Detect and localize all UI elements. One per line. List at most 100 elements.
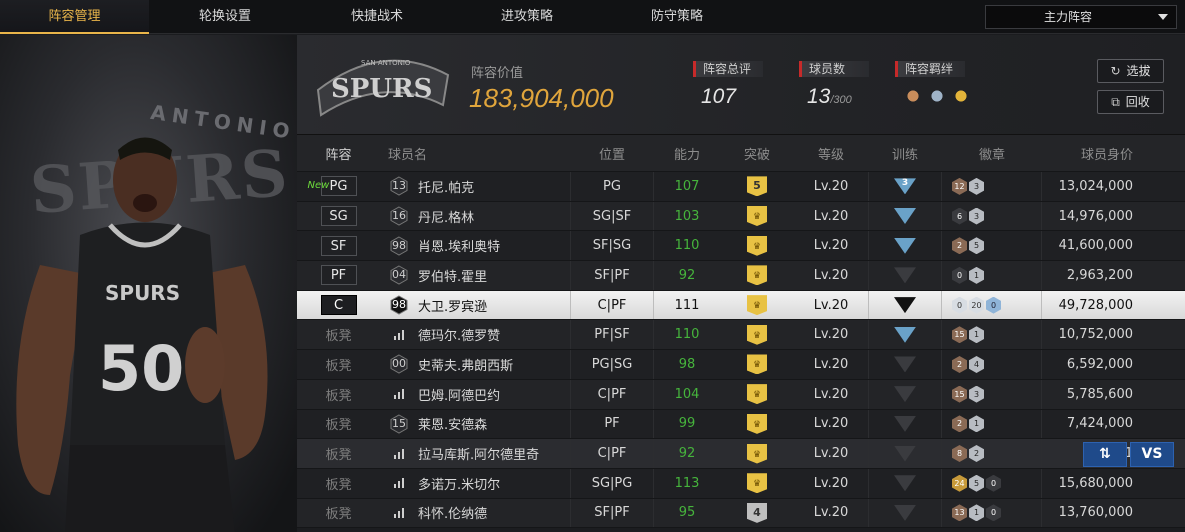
badge-icon[interactable]: 15 [952, 326, 967, 344]
role-cell[interactable]: 板凳 [297, 469, 380, 498]
breakthrough-badge[interactable]: 5 [747, 176, 767, 197]
col-role[interactable]: 阵容 [297, 135, 380, 171]
breakthrough-crown-icon[interactable]: ♛ [747, 443, 767, 464]
training-icon[interactable] [894, 356, 916, 373]
training-icon[interactable] [894, 415, 916, 432]
badge-icon[interactable]: 0 [986, 504, 1001, 522]
bond-silver-icon[interactable] [927, 87, 947, 105]
breakthrough-crown-icon[interactable]: ♛ [747, 295, 767, 316]
badge-icon[interactable]: 12 [952, 177, 967, 195]
table-row[interactable]: C 98 大卫.罗宾逊 C|PF 111 ♛ Lv.20 0 20 0 49,728,… [297, 290, 1185, 321]
badge-icon[interactable]: 2 [952, 415, 967, 433]
table-row[interactable]: New PG 13 托尼.帕克 PG 107 5 Lv.20 3 12 3 13,02… [297, 172, 1185, 202]
col-name[interactable]: 球员名 [380, 135, 570, 171]
training-icon[interactable] [894, 475, 916, 492]
training-icon[interactable] [894, 445, 916, 462]
table-row[interactable]: SF 98 肖恩.埃利奥特 SF|SG 110 ♛ Lv.20 25 41,600… [297, 231, 1185, 262]
col-value[interactable]: 球员身价 [1042, 135, 1185, 171]
table-row[interactable]: 板凳 多诺万.米切尔 SG|PG 113 ♛ Lv.20 24 5 0 15,680… [297, 468, 1185, 499]
tab-defense-strategy[interactable]: 防守策略 [612, 0, 742, 34]
tab-quick-tactics[interactable]: 快捷战术 [312, 0, 442, 34]
name-cell[interactable]: 04 罗伯特.霍里 [380, 261, 570, 290]
badge-icon[interactable]: 4 [969, 355, 984, 373]
badge-icon[interactable]: 2 [952, 237, 967, 255]
badge-icon[interactable]: 3 [969, 207, 984, 225]
badge-icon[interactable]: 1 [969, 266, 984, 284]
name-cell[interactable]: 多诺万.米切尔 [380, 469, 570, 498]
role-cell[interactable]: SF [297, 231, 380, 260]
lineup-select[interactable]: 主力阵容 [985, 5, 1177, 29]
role-cell[interactable]: 板凳 [297, 320, 380, 349]
tab-offense-strategy[interactable]: 进攻策略 [462, 0, 592, 34]
badge-icon[interactable]: 8 [952, 445, 967, 463]
name-cell[interactable]: 00 史蒂夫.弗朗西斯 [380, 350, 570, 379]
breakthrough-crown-icon[interactable]: ♛ [747, 206, 767, 227]
role-cell[interactable]: 板凳 [297, 410, 380, 439]
breakthrough-crown-icon[interactable]: ♛ [747, 413, 767, 434]
badge-icon[interactable]: 3 [969, 385, 984, 403]
name-cell[interactable]: 德玛尔.德罗赞 [380, 320, 570, 349]
swap-button[interactable]: ⇅ [1083, 442, 1127, 467]
col-level[interactable]: 等级 [794, 135, 868, 171]
role-cell[interactable]: 板凳 [297, 380, 380, 409]
training-icon[interactable] [894, 267, 916, 284]
table-row[interactable]: SG 16 丹尼.格林 SG|SF 103 ♛ Lv.20 63 14,976,0… [297, 201, 1185, 232]
role-cell[interactable]: 板凳 [297, 499, 380, 528]
training-icon[interactable] [894, 208, 916, 225]
name-cell[interactable]: 巴姆.阿德巴约 [380, 380, 570, 409]
name-cell[interactable]: 科怀.伦纳德 [380, 499, 570, 528]
name-cell[interactable]: 98 肖恩.埃利奥特 [380, 231, 570, 260]
training-icon[interactable] [894, 386, 916, 403]
name-cell[interactable]: 拉马库斯.阿尔德里奇 [380, 439, 570, 468]
table-row[interactable]: 板凳 15 莱恩.安德森 PF 99 ♛ Lv.20 21 7,424,000 [297, 409, 1185, 440]
col-training[interactable]: 训练 [868, 135, 942, 171]
breakthrough-crown-icon[interactable]: ♛ [747, 473, 767, 494]
breakthrough-crown-icon[interactable]: ♛ [747, 324, 767, 345]
badge-icon[interactable]: 0 [952, 266, 967, 284]
table-row[interactable]: 板凳 拉马库斯.阿尔德里奇 C|PF 92 ♛ Lv.20 82 1 [297, 439, 1185, 469]
table-row[interactable]: 板凳 科怀.伦纳德 SF|PF 95 4 Lv.20 13 1 0 13,760,0… [297, 498, 1185, 529]
breakthrough-crown-icon[interactable]: ♛ [747, 384, 767, 405]
col-ability[interactable]: 能力 [654, 135, 720, 171]
table-row[interactable]: 板凳 00 史蒂夫.弗朗西斯 PG|SG 98 ♛ Lv.20 24 6,592,… [297, 350, 1185, 380]
role-cell[interactable]: 板凳 [297, 350, 380, 379]
badge-icon[interactable]: 13 [952, 504, 967, 522]
badge-icon[interactable]: 1 [969, 504, 984, 522]
draft-button[interactable]: ↻ 选拔 [1097, 59, 1164, 83]
bond-bronze-icon[interactable] [903, 87, 923, 105]
training-icon[interactable] [894, 326, 916, 343]
badge-icon[interactable]: 5 [969, 237, 984, 255]
breakthrough-crown-icon[interactable]: ♛ [747, 354, 767, 375]
badge-icon[interactable]: 0 [986, 474, 1001, 492]
col-badges[interactable]: 徽章 [942, 135, 1042, 171]
bond-gold-icon[interactable] [951, 87, 971, 105]
badge-icon[interactable]: 0 [986, 296, 1001, 314]
badge-icon[interactable]: 2 [952, 355, 967, 373]
badge-icon[interactable]: 24 [952, 474, 967, 492]
table-row[interactable]: 板凳 巴姆.阿德巴约 C|PF 104 ♛ Lv.20 15 3 5,785,60… [297, 379, 1185, 410]
badge-icon[interactable]: 2 [969, 445, 984, 463]
role-cell[interactable]: C [297, 291, 380, 320]
name-cell[interactable]: 15 莱恩.安德森 [380, 410, 570, 439]
vs-button[interactable]: VS [1130, 442, 1174, 467]
role-cell[interactable]: New PG [297, 172, 380, 201]
col-breakthrough[interactable]: 突破 [720, 135, 794, 171]
name-cell[interactable]: 98 大卫.罗宾逊 [380, 291, 570, 320]
badge-icon[interactable]: 1 [969, 415, 984, 433]
badge-icon[interactable]: 6 [952, 207, 967, 225]
table-row[interactable]: 板凳 德玛尔.德罗赞 PF|SF 110 ♛ Lv.20 15 1 10,752,… [297, 320, 1185, 351]
bonds-icons[interactable] [903, 87, 971, 105]
role-cell[interactable]: PF [297, 261, 380, 290]
role-cell[interactable]: SG [297, 202, 380, 231]
badge-icon[interactable]: 5 [969, 474, 984, 492]
name-cell[interactable]: 13 托尼.帕克 [380, 172, 570, 201]
training-icon[interactable] [894, 504, 916, 521]
training-icon[interactable] [894, 237, 916, 254]
tab-rotation-settings[interactable]: 轮换设置 [160, 0, 290, 34]
badge-icon[interactable]: 3 [969, 177, 984, 195]
breakthrough-crown-icon[interactable]: ♛ [747, 235, 767, 256]
training-icon[interactable] [894, 297, 916, 314]
breakthrough-badge[interactable]: 4 [747, 502, 767, 523]
table-row[interactable]: PF 04 罗伯特.霍里 SF|PF 92 ♛ Lv.20 01 2,963,20… [297, 261, 1185, 291]
badge-icon[interactable]: 0 [952, 296, 967, 314]
